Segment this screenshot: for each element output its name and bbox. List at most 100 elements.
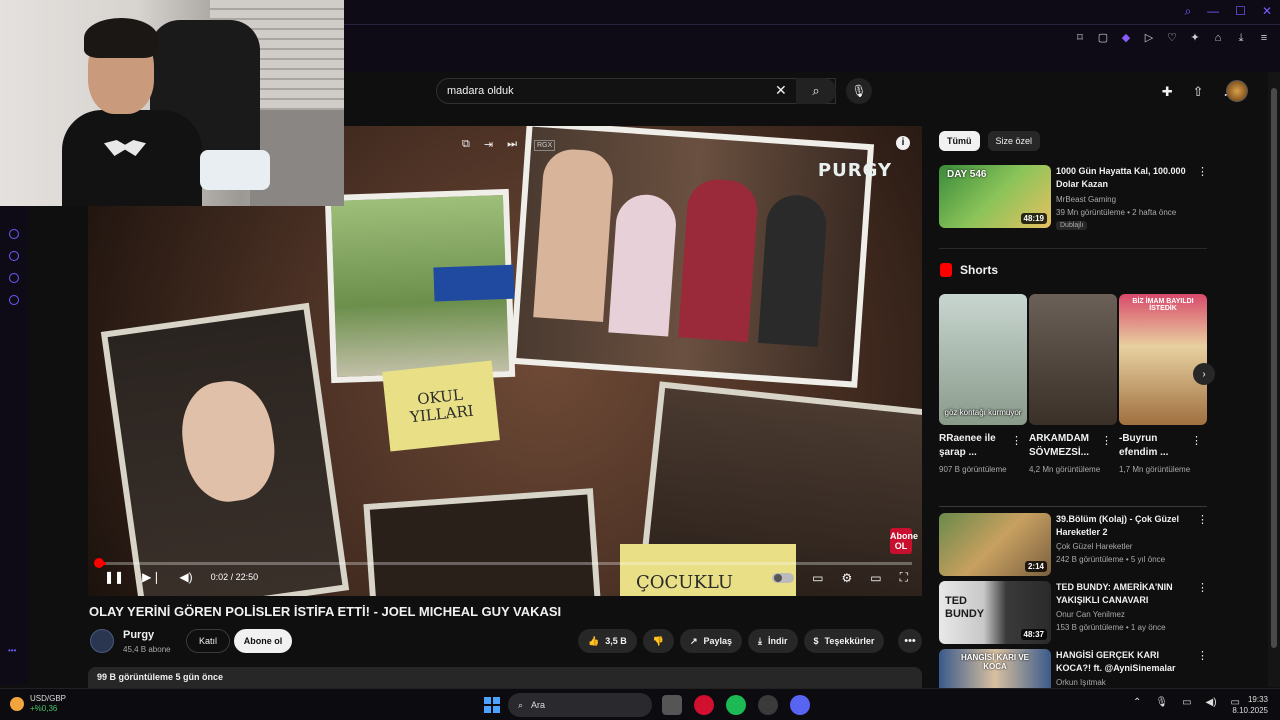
- heart-icon[interactable]: ♡: [1166, 32, 1178, 44]
- more-actions-button[interactable]: •••: [898, 629, 922, 653]
- share-button[interactable]: ↗ Paylaş: [679, 629, 743, 653]
- video-thumbnail[interactable]: DAY 546 48:19: [939, 165, 1051, 228]
- upload-icon[interactable]: ⇧: [1193, 84, 1204, 100]
- search-button[interactable]: ⌕: [796, 78, 836, 104]
- sidebar-settings-icon[interactable]: [9, 295, 19, 305]
- search-box: ✕: [436, 78, 836, 104]
- rgx-tag: RGX: [534, 140, 556, 151]
- download-icon[interactable]: ⤓: [1235, 32, 1247, 44]
- close-icon[interactable]: ✕: [775, 82, 787, 99]
- subscribe-button[interactable]: Abone ol: [234, 629, 292, 653]
- kebab-icon[interactable]: ⋮: [1197, 513, 1208, 526]
- sidebar-player-icon[interactable]: [9, 273, 19, 283]
- play-icon[interactable]: ▷: [1143, 32, 1155, 44]
- voice-search-button[interactable]: 🎙: [846, 78, 872, 104]
- profile-icon[interactable]: ⌂: [1212, 32, 1224, 44]
- settings-icon[interactable]: ⚙: [841, 571, 852, 585]
- chip-for-you[interactable]: Size özel: [987, 131, 1041, 151]
- display-icon[interactable]: ▭: [1182, 697, 1191, 708]
- avatar[interactable]: [1226, 80, 1248, 102]
- discord-icon[interactable]: [790, 695, 810, 715]
- stock-widget[interactable]: USD/GBP +%0,36: [10, 694, 66, 714]
- description-box[interactable]: 99 B görüntüleme 5 gün önce: [88, 667, 922, 689]
- search-icon: ⌕: [518, 699, 524, 710]
- clock[interactable]: 19:33 8.10.2025: [1232, 694, 1268, 716]
- share-icon: ↗: [689, 635, 698, 646]
- volume-icon[interactable]: ◀): [179, 570, 192, 584]
- extensions-icon[interactable]: ✦: [1189, 32, 1201, 44]
- cast-icon[interactable]: ⇥: [484, 138, 493, 151]
- shorts-header: Shorts: [940, 263, 998, 277]
- subtitles-icon[interactable]: ▭: [812, 571, 823, 585]
- shorts-next-button[interactable]: ›: [1193, 363, 1215, 385]
- short-thumbnail[interactable]: [1029, 294, 1117, 425]
- close-window-icon[interactable]: ✕: [1262, 4, 1272, 19]
- short-title[interactable]: ARKAMDAM SÖVMEZSİ...: [1029, 432, 1103, 460]
- download-button[interactable]: ⤓ İndir: [748, 629, 798, 653]
- kebab-icon[interactable]: ⋮: [1191, 434, 1202, 447]
- start-button[interactable]: [484, 697, 500, 713]
- maximize-icon[interactable]: ☐: [1235, 4, 1246, 19]
- spotify-icon[interactable]: [726, 695, 746, 715]
- filter-chips: Tümü Size özel: [939, 131, 1041, 151]
- video-thumbnail[interactable]: 2:14: [939, 513, 1051, 576]
- page-scrollbar[interactable]: [1268, 72, 1280, 687]
- short-title[interactable]: -Buyrun efendim ...: [1119, 432, 1193, 460]
- kebab-icon[interactable]: ⋮: [1101, 434, 1112, 447]
- create-icon[interactable]: ✚: [1162, 84, 1173, 100]
- skip-icon[interactable]: ⏭: [507, 138, 517, 151]
- menu-icon[interactable]: ≡: [1258, 32, 1270, 44]
- short-thumbnail[interactable]: göz kontağı kurmuyor: [939, 294, 1027, 425]
- chevron-up-icon[interactable]: ⌃: [1133, 697, 1141, 708]
- kebab-icon[interactable]: ⋮: [1197, 581, 1208, 594]
- like-button[interactable]: 👍 3,5 B: [578, 629, 637, 653]
- channel-name[interactable]: Purgy: [123, 629, 154, 641]
- short-title[interactable]: RRaenee ile şarap ...: [939, 432, 1013, 460]
- minimize-icon[interactable]: —: [1207, 4, 1219, 19]
- video-title: 1000 Gün Hayatta Kal, 100.000 Dolar Kaza…: [1056, 166, 1186, 189]
- taskbar-search[interactable]: ⌕ Ara: [508, 693, 652, 717]
- steam-icon[interactable]: [758, 695, 778, 715]
- file-explorer-icon[interactable]: [662, 695, 682, 715]
- join-button[interactable]: Katıl: [186, 629, 230, 653]
- progress-scrubber[interactable]: [94, 558, 104, 568]
- volume-icon[interactable]: ◀): [1206, 697, 1217, 708]
- kebab-icon[interactable]: ⋮: [1011, 434, 1022, 447]
- short-views: 4,2 Mn görüntüleme: [1029, 465, 1101, 474]
- shield-icon[interactable]: ◆: [1120, 32, 1132, 44]
- next-icon[interactable]: ▶❘: [142, 570, 161, 584]
- search-icon[interactable]: ⌕: [1184, 4, 1191, 19]
- video-thumbnail[interactable]: HANGİSİ KARI VE KOCA: [939, 649, 1051, 688]
- photo-man: [100, 302, 350, 596]
- recommended-item[interactable]: TED BUNDY 48:37 TED BUNDY: AMERİKA'NIN Y…: [939, 581, 1209, 644]
- video-title: TED BUNDY: AMERİKA'NIN YAKIŞIKLI CANAVAR…: [1056, 582, 1173, 605]
- search-input[interactable]: [447, 79, 767, 103]
- miniplayer-icon[interactable]: ⧉: [462, 138, 470, 151]
- sidebar-more-icon[interactable]: •••: [8, 646, 16, 655]
- sidebar-history-icon[interactable]: [9, 251, 19, 261]
- thanks-button[interactable]: $ Teşekkürler: [803, 629, 885, 653]
- theater-icon[interactable]: ▭: [870, 571, 881, 585]
- pause-icon[interactable]: ❚❚: [104, 570, 124, 584]
- subscribe-badge[interactable]: Abone OL: [890, 528, 918, 554]
- kebab-icon[interactable]: ⋮: [1197, 649, 1208, 662]
- short-thumbnail[interactable]: BİZ İMAM BAYILDI İSTEDİK: [1119, 294, 1207, 425]
- bookmark-icon[interactable]: ⌑: [1074, 32, 1086, 44]
- info-icon[interactable]: i: [896, 136, 910, 150]
- fullscreen-icon[interactable]: ⛶: [900, 570, 908, 585]
- progress-bar[interactable]: [98, 562, 912, 565]
- kebab-icon[interactable]: ⋮: [1197, 165, 1208, 178]
- recommended-item[interactable]: 2:14 39.Bölüm (Kolaj) - Çok Güzel Hareke…: [939, 513, 1209, 576]
- video-thumbnail[interactable]: TED BUNDY 48:37: [939, 581, 1051, 644]
- snapshot-icon[interactable]: ▢: [1097, 32, 1109, 44]
- recommended-item[interactable]: HANGİSİ KARI VE KOCA HANGİSİ GERÇEK KARI…: [939, 649, 1209, 688]
- opera-gx-icon[interactable]: [694, 695, 714, 715]
- chip-all[interactable]: Tümü: [939, 131, 980, 151]
- autoplay-toggle[interactable]: [772, 572, 795, 583]
- mic-icon[interactable]: 🎙: [1155, 697, 1168, 708]
- video-meta: 242 B görüntüleme • 5 yıl önce: [1056, 555, 1166, 564]
- sidebar-app-icon[interactable]: [9, 229, 19, 239]
- dislike-button[interactable]: 👎: [642, 629, 674, 653]
- channel-avatar[interactable]: [90, 629, 114, 653]
- recommended-item[interactable]: DAY 546 48:19 1000 Gün Hayatta Kal, 100.…: [939, 165, 1209, 235]
